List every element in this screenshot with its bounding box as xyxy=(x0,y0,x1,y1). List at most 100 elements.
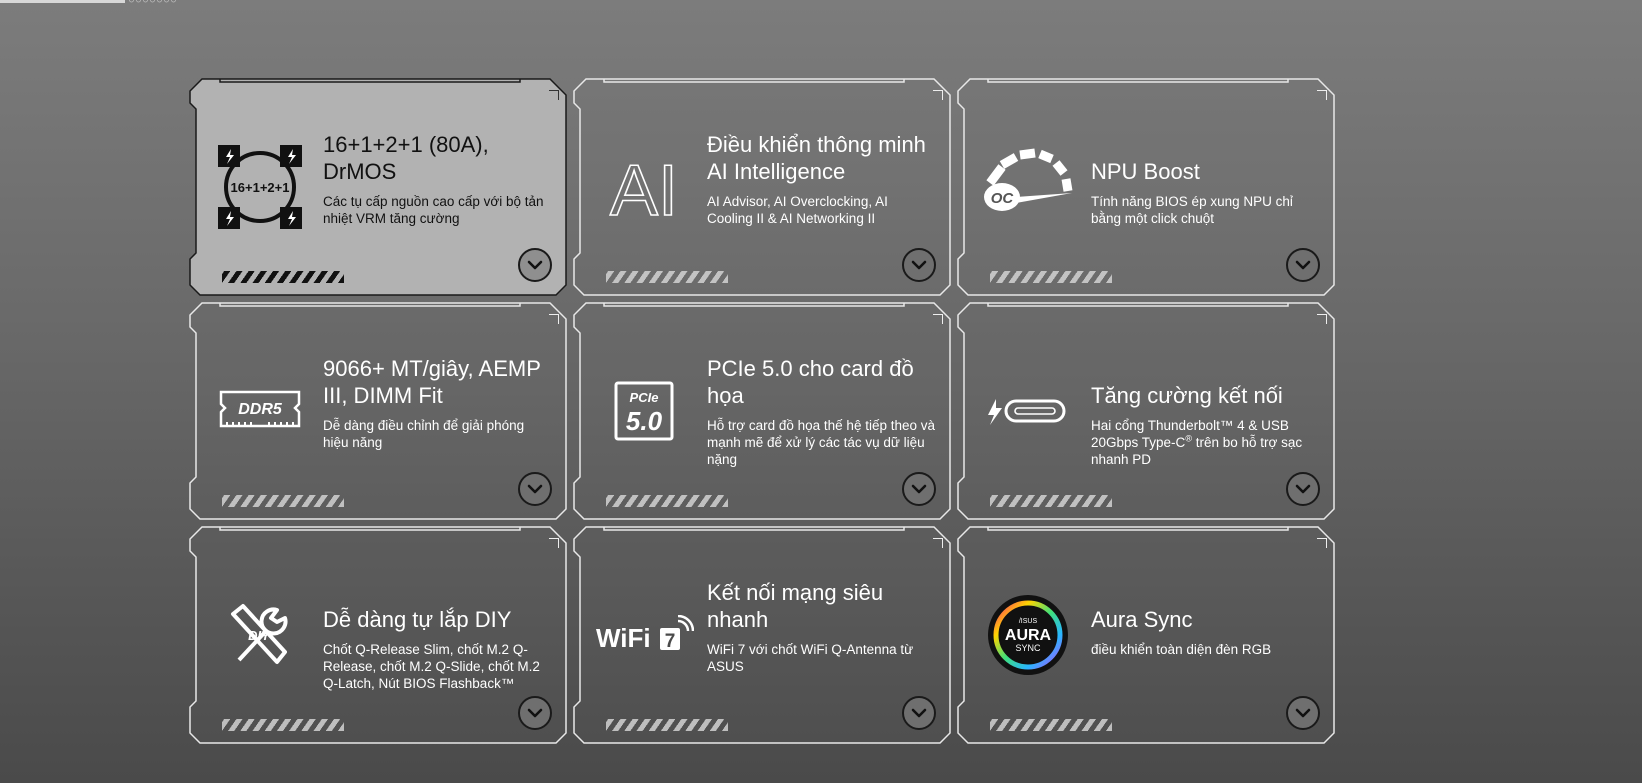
stripe-decoration xyxy=(990,495,1112,507)
feature-title-text: NPU Boost xyxy=(1091,159,1200,184)
aura-sync-icon: /ISUS AURA SYNC xyxy=(978,585,1078,685)
power-stage-icon: 16+1+2+1 xyxy=(210,137,310,237)
feature-desc: Tính năng BIOS ép xung NPU chỉ bằng một … xyxy=(1091,193,1319,227)
chevron-down-icon xyxy=(911,260,927,270)
feature-desc: Hai cổng Thunderbolt™ 4 & USB 20Gbps Typ… xyxy=(1091,417,1319,468)
stripe-decoration xyxy=(222,719,344,731)
chevron-down-icon xyxy=(1295,708,1311,718)
expand-button[interactable] xyxy=(1286,472,1320,506)
expand-button[interactable] xyxy=(1286,248,1320,282)
feature-title: Tăng cường kết nối xyxy=(1091,353,1316,409)
corner-mark xyxy=(1317,538,1327,548)
feature-title-text: 9066+ MT/giây, AEMP III, DIMM Fit xyxy=(323,356,541,408)
diy-tools-icon: DIY xyxy=(210,585,310,685)
expand-button[interactable] xyxy=(1286,696,1320,730)
wifi7-icon: WiFi 7 xyxy=(594,585,694,685)
ai-icon-text: AI xyxy=(610,151,678,227)
feature-desc: điều khiển toàn diện đèn RGB xyxy=(1091,641,1319,658)
feature-desc: Dễ dàng điều chỉnh để giải phóng hiệu nă… xyxy=(323,417,551,451)
feature-title: Dễ dàng tự lắp DIY xyxy=(323,577,548,633)
chevron-down-icon xyxy=(1295,260,1311,270)
feature-desc: Chốt Q-Release Slim, chốt M.2 Q-Release,… xyxy=(323,641,551,692)
corner-mark xyxy=(933,314,943,324)
power-stage-icon-text: 16+1+2+1 xyxy=(231,180,290,195)
feature-title: NPU Boost xyxy=(1091,129,1316,185)
feature-title-text: PCIe 5.0 cho card đồ họa xyxy=(707,356,914,408)
feature-card[interactable]: DDR5 9066+ MT/giây, AEMP III, DIMM Fit D… xyxy=(189,302,568,520)
feature-title: Aura Sync xyxy=(1091,577,1316,633)
expand-button[interactable] xyxy=(518,696,552,730)
pcie-version-text: 5.0 xyxy=(626,406,663,436)
feature-desc-text: Dễ dàng điều chỉnh để giải phóng hiệu nă… xyxy=(323,418,525,450)
feature-desc-text: Tính năng BIOS ép xung NPU chỉ bằng một … xyxy=(1091,194,1293,226)
pcie-icon: PCIe 5.0 xyxy=(594,361,694,461)
expand-button[interactable] xyxy=(902,472,936,506)
feature-title: 9066+ MT/giây, AEMP III, DIMM Fit xyxy=(323,353,548,409)
feature-desc: AI Advisor, AI Overclocking, AI Cooling … xyxy=(707,193,935,227)
chevron-down-icon xyxy=(527,708,543,718)
feature-desc: Các tụ cấp nguồn cao cấp với bộ tản nhiệ… xyxy=(323,193,551,227)
ddr5-icon-text: DDR5 xyxy=(238,401,283,418)
feature-card[interactable]: /ISUS AURA SYNC Aura Sync điều khiển toà… xyxy=(957,526,1336,744)
feature-title-text: Tăng cường kết nối xyxy=(1091,383,1283,408)
corner-mark xyxy=(1317,314,1327,324)
stripe-decoration xyxy=(606,495,728,507)
feature-card[interactable]: Tăng cường kết nối Hai cổng Thunderbolt™… xyxy=(957,302,1336,520)
expand-button[interactable] xyxy=(518,472,552,506)
chevron-down-icon xyxy=(527,484,543,494)
feature-title-text: Điều khiển thông minh AI Intelligence xyxy=(707,132,926,184)
chevron-down-icon xyxy=(1295,484,1311,494)
feature-title: Kết nối mạng siêu nhanh xyxy=(707,577,932,633)
feature-card[interactable]: 16+1+2+1 16+1+2+1 (80A), DrMOS Các tụ cấ… xyxy=(189,78,568,296)
feature-desc-text: Hỗ trợ card đồ họa thế hệ tiếp theo và m… xyxy=(707,418,935,467)
feature-desc-text: điều khiển toàn diện đèn RGB xyxy=(1091,642,1272,657)
corner-mark xyxy=(933,90,943,100)
feature-title-text: Kết nối mạng siêu nhanh xyxy=(707,580,884,632)
feature-title-text: 16+1+2+1 (80A), DrMOS xyxy=(323,132,489,184)
feature-title-text: Aura Sync xyxy=(1091,607,1193,632)
expand-button[interactable] xyxy=(518,248,552,282)
aura-icon-text: AURA xyxy=(1005,627,1052,644)
stripe-decoration xyxy=(222,271,344,283)
wifi-icon-text: WiFi xyxy=(596,623,651,653)
chevron-down-icon xyxy=(911,708,927,718)
feature-title: 16+1+2+1 (80A), DrMOS xyxy=(323,129,548,185)
feature-card[interactable]: OC NPU Boost Tính năng BIOS ép xung NPU … xyxy=(957,78,1336,296)
feature-desc-text: Chốt Q-Release Slim, chốt M.2 Q-Release,… xyxy=(323,642,540,691)
pcie-icon-text: PCIe xyxy=(630,390,659,405)
ddr5-memory-icon: DDR5 xyxy=(210,361,310,461)
corner-mark xyxy=(933,538,943,548)
feature-title: PCIe 5.0 cho card đồ họa xyxy=(707,353,932,409)
corner-mark xyxy=(1317,90,1327,100)
chevron-down-icon xyxy=(527,260,543,270)
stripe-decoration xyxy=(222,495,344,507)
corner-mark xyxy=(549,538,559,548)
feature-title: Điều khiển thông minh AI Intelligence xyxy=(707,129,932,185)
stripe-decoration xyxy=(990,719,1112,731)
expand-button[interactable] xyxy=(902,696,936,730)
aura-sync-text: SYNC xyxy=(1015,643,1041,653)
feature-card[interactable]: AI Điều khiển thông minh AI Intelligence… xyxy=(573,78,952,296)
feature-card[interactable]: DIY Dễ dàng tự lắp DIY Chốt Q-Release Sl… xyxy=(189,526,568,744)
chevron-down-icon xyxy=(911,484,927,494)
corner-mark xyxy=(549,90,559,100)
feature-desc-text: Các tụ cấp nguồn cao cấp với bộ tản nhiệ… xyxy=(323,194,544,226)
wifi-version-text: 7 xyxy=(665,631,676,652)
oc-gauge-icon: OC xyxy=(978,137,1078,237)
expand-button[interactable] xyxy=(902,248,936,282)
corner-mark xyxy=(549,314,559,324)
stripe-decoration xyxy=(990,271,1112,283)
feature-desc-text: WiFi 7 với chốt WiFi Q-Antenna từ ASUS xyxy=(707,642,914,674)
aura-brand-text: /ISUS xyxy=(1019,618,1038,625)
feature-card[interactable]: WiFi 7 Kết nối mạng siêu nhanh WiFi 7 vớ… xyxy=(573,526,952,744)
feature-desc: Hỗ trợ card đồ họa thế hệ tiếp theo và m… xyxy=(707,417,935,468)
feature-desc: WiFi 7 với chốt WiFi Q-Antenna từ ASUS xyxy=(707,641,935,675)
diy-icon-text: DIY xyxy=(248,628,271,643)
dots-decoration xyxy=(128,0,178,3)
ai-icon: AI xyxy=(594,137,694,237)
progress-bar xyxy=(0,0,125,3)
feature-desc-text: AI Advisor, AI Overclocking, AI Cooling … xyxy=(707,194,888,226)
thunderbolt-icon xyxy=(978,361,1078,461)
stripe-decoration xyxy=(606,271,728,283)
feature-card[interactable]: PCIe 5.0 PCIe 5.0 cho card đồ họa Hỗ trợ… xyxy=(573,302,952,520)
